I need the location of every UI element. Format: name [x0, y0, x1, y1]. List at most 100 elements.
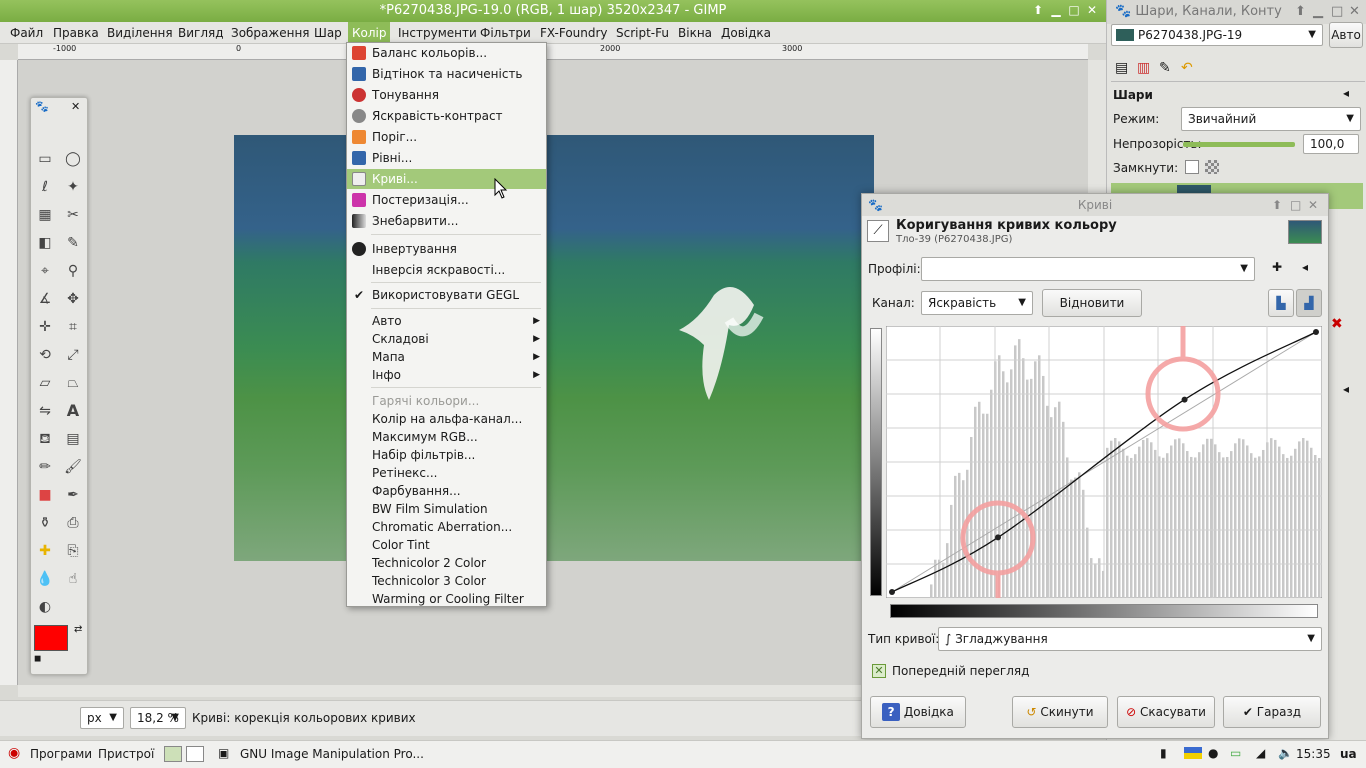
menu-item-color-to-alpha[interactable]: Колір на альфа-канал...	[347, 409, 546, 429]
foreground-color[interactable]	[34, 625, 68, 651]
opacity-input[interactable]: 100,0	[1303, 134, 1359, 154]
curve-control-point[interactable]	[1181, 396, 1188, 403]
volume-icon[interactable]: 🔈	[1278, 746, 1293, 760]
profile-menu-icon[interactable]: ◂	[1302, 260, 1308, 274]
help-button[interactable]: ? Довідка	[870, 696, 966, 728]
chat-icon[interactable]: ●	[1208, 746, 1218, 760]
menu-item-colorize[interactable]: Тонування	[347, 85, 546, 105]
network-icon[interactable]: ◢	[1256, 746, 1265, 760]
opacity-slider[interactable]	[1183, 142, 1295, 147]
menu-item-technicolor-2[interactable]: Technicolor 2 Color	[347, 553, 546, 573]
color-picker-icon[interactable]: ⌖	[34, 260, 56, 282]
menu-item-use-gegl[interactable]: ✔ Використовувати GEGL	[347, 285, 546, 305]
workspace-1[interactable]	[164, 746, 182, 762]
menu-item-bw-film[interactable]: BW Film Simulation	[347, 499, 546, 519]
menu-item-warming-cooling[interactable]: Warming or Cooling Filter	[347, 589, 546, 609]
menu-tools[interactable]: Інструменти	[398, 22, 477, 44]
menu-windows[interactable]: Вікна	[678, 22, 712, 44]
blur-icon[interactable]: 💧	[34, 568, 56, 590]
up-icon[interactable]: ⬆	[1030, 2, 1046, 18]
lasso-icon[interactable]: ℓ	[34, 176, 56, 198]
menu-file[interactable]: Файл	[10, 22, 43, 44]
menu-fx-foundry[interactable]: FX-Foundry	[540, 22, 608, 44]
task-gimp[interactable]: GNU Image Manipulation Pro...	[240, 747, 424, 761]
menu-item-technicolor-3[interactable]: Technicolor 3 Color	[347, 571, 546, 591]
text-tool-icon[interactable]: A	[62, 400, 84, 422]
curve-control-point[interactable]	[889, 589, 895, 595]
ellipse-select-icon[interactable]: ◯	[62, 148, 84, 170]
up-icon[interactable]: ⬆	[1272, 194, 1282, 216]
profiles-select[interactable]: ▼	[921, 257, 1255, 281]
menu-item-value-invert[interactable]: Інверсія яскравості...	[347, 260, 546, 280]
keyboard-layout[interactable]: ua	[1340, 747, 1357, 761]
devices-menu[interactable]: Пристрої	[98, 747, 154, 761]
move-icon[interactable]: ✥	[62, 288, 84, 310]
minimize-icon[interactable]: ▁	[1313, 0, 1323, 24]
scissors-icon[interactable]: ✂	[62, 204, 84, 226]
menu-item-map[interactable]: Мапа ▶	[347, 347, 546, 367]
minimize-icon[interactable]: ▁	[1048, 2, 1064, 18]
smudge-icon[interactable]: ☝	[62, 568, 84, 590]
menu-item-maximum-rgb[interactable]: Максимум RGB...	[347, 427, 546, 447]
clone-icon[interactable]: ⎙	[62, 512, 84, 534]
reset-channel-button[interactable]: Відновити канал	[1042, 289, 1142, 336]
airbrush-icon[interactable]: ✒	[62, 484, 84, 506]
close-icon[interactable]: ✕	[1349, 0, 1360, 24]
apps-menu[interactable]: Програми	[30, 747, 92, 761]
menu-item-desaturate[interactable]: Знебарвити...	[347, 211, 546, 231]
rect-select-icon[interactable]: ▭	[34, 148, 56, 170]
menu-item-components[interactable]: Складові ▶	[347, 329, 546, 349]
ink-icon[interactable]: ⚱	[34, 512, 56, 534]
menu-item-threshold[interactable]: Поріг...	[347, 127, 546, 147]
maximize-icon[interactable]: □	[1290, 194, 1301, 216]
close-icon[interactable]: ✕	[71, 100, 80, 113]
menu-view[interactable]: Вигляд	[178, 22, 224, 44]
menu-item-auto[interactable]: Авто ▶	[347, 311, 546, 331]
color-select-icon[interactable]: ▦	[34, 204, 56, 226]
close-icon[interactable]: ✕	[1308, 194, 1318, 216]
log-histogram-icon[interactable]: ▟	[1296, 289, 1322, 317]
heal-icon[interactable]: ✚	[34, 540, 56, 562]
cancel-button[interactable]: ⊘ Скасувати	[1117, 696, 1215, 728]
dock-menu-icon[interactable]: ◂	[1343, 86, 1349, 100]
menu-item-curves[interactable]: Криві...	[347, 169, 546, 189]
scale-icon[interactable]: ⤢	[62, 344, 84, 366]
curves-graph[interactable]	[886, 326, 1322, 598]
measure-icon[interactable]: ∡	[34, 288, 56, 310]
paintbrush-icon[interactable]: 🖌	[62, 456, 84, 478]
menu-item-levels[interactable]: Рівні...	[347, 148, 546, 168]
menu-select[interactable]: Виділення	[107, 22, 173, 44]
add-profile-icon[interactable]: ✚	[1272, 260, 1282, 274]
paths-icon[interactable]: ✎	[62, 232, 84, 254]
perspective-clone-icon[interactable]: ⎘	[62, 540, 84, 562]
menu-layer[interactable]: Шар	[314, 22, 342, 44]
menu-item-retinex[interactable]: Ретінекс...	[347, 463, 546, 483]
flip-icon[interactable]: ⇋	[34, 400, 56, 422]
menu-filters[interactable]: Фільтри	[480, 22, 531, 44]
menu-item-hue-saturation[interactable]: Відтінок та насиченість	[347, 64, 546, 84]
tab-layers-icon[interactable]: ▤	[1115, 60, 1128, 76]
perspective-icon[interactable]: ⏢	[62, 372, 84, 394]
curve-type-select[interactable]: ∫ Згладжування ▼	[938, 627, 1322, 651]
linear-histogram-icon[interactable]: ▙	[1268, 289, 1294, 317]
menu-item-chromatic-aberration[interactable]: Chromatic Aberration...	[347, 517, 546, 537]
reset-button[interactable]: ↺ Скинути	[1012, 696, 1108, 728]
magic-wand-icon[interactable]: ✦	[62, 176, 84, 198]
zoom-select[interactable]: 18,2 % ▼	[130, 707, 186, 729]
lock-pixels-checkbox[interactable]	[1185, 160, 1199, 174]
close-icon[interactable]: ✕	[1084, 2, 1100, 18]
align-icon[interactable]: ✛	[34, 316, 56, 338]
curve-control-point[interactable]	[995, 534, 1001, 541]
mode-select[interactable]: Звичайний ▼	[1181, 107, 1361, 131]
eraser-icon[interactable]: ■	[34, 484, 56, 506]
delete-icon[interactable]: ✖	[1331, 316, 1343, 332]
menu-item-brightness-contrast[interactable]: Яскравість-контраст	[347, 106, 546, 126]
shear-icon[interactable]: ▱	[34, 372, 56, 394]
maximize-icon[interactable]: □	[1331, 0, 1343, 24]
dodge-burn-icon[interactable]: ◐	[34, 596, 56, 618]
menu-item-color-balance[interactable]: Баланс кольорів...	[347, 43, 546, 63]
menu-item-info[interactable]: Інфо ▶	[347, 365, 546, 385]
gradient-icon[interactable]: ▤	[62, 428, 84, 450]
workspace-2[interactable]	[186, 746, 204, 762]
dock-menu-icon[interactable]: ◂	[1343, 382, 1349, 396]
